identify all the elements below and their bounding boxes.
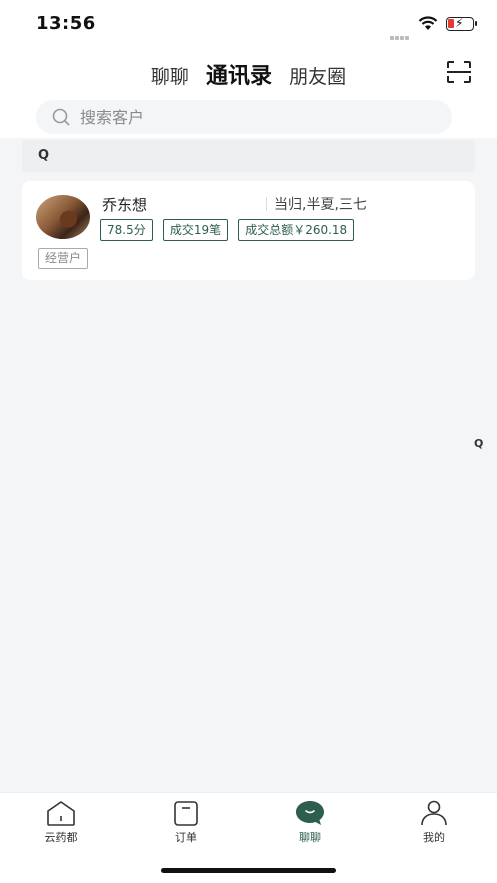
home-indicator: [161, 868, 336, 873]
nav-label-chat: 聊聊: [299, 831, 321, 844]
order-icon: [174, 801, 198, 826]
top-tabs: 聊聊 通讯录 朋友圈: [0, 58, 497, 90]
status-bar: 13:56 ⚡: [0, 0, 497, 48]
avatar: [36, 195, 90, 239]
search-input[interactable]: [80, 105, 440, 129]
nav-item-profile[interactable]: 我的: [389, 799, 479, 851]
nav-label-home: 云药都: [44, 831, 78, 844]
contact-product-tags: 当归,半夏,三七: [274, 197, 367, 213]
scan-icon[interactable]: [446, 60, 472, 84]
contact-name: 乔东想: [102, 196, 148, 214]
header: 聊聊 通讯录 朋友圈: [0, 48, 497, 138]
deal-count-badge: 成交19笔: [162, 219, 229, 241]
battery-icon: ⚡: [446, 16, 477, 31]
tab-chat[interactable]: 聊聊: [151, 62, 189, 89]
deal-total-badge: 成交总额￥260.18: [238, 219, 355, 241]
nav-item-home[interactable]: 云药都: [16, 799, 106, 851]
alphabet-index-letter[interactable]: Q: [474, 437, 483, 450]
nav-label-profile: 我的: [423, 831, 445, 844]
tab-moments[interactable]: 朋友圈: [289, 62, 346, 89]
home-icon: [47, 801, 75, 826]
wifi-icon: [418, 16, 438, 30]
section-header: Q: [22, 140, 475, 172]
search-bar[interactable]: [36, 100, 452, 134]
search-icon: [52, 108, 70, 126]
profile-icon: [421, 800, 447, 826]
score-badge: 78.5分: [100, 219, 153, 241]
nav-label-orders: 订单: [175, 831, 197, 844]
cellular-signal-icon: [390, 25, 412, 40]
tab-contacts[interactable]: 通讯录: [206, 58, 272, 90]
nav-item-orders[interactable]: 订单: [141, 799, 231, 851]
nav-item-chat[interactable]: 聊聊: [265, 799, 355, 851]
section-letter: Q: [38, 148, 50, 163]
status-time: 13:56: [36, 13, 96, 34]
contact-badges: 78.5分 成交19笔 成交总额￥260.18: [100, 219, 359, 243]
contact-card[interactable]: 乔东想 当归,半夏,三七 78.5分 成交19笔 成交总额￥260.18 经营户: [22, 181, 475, 280]
chat-icon: [296, 801, 324, 825]
divider: [266, 197, 267, 211]
contact-type-badge: 经营户: [38, 248, 89, 269]
